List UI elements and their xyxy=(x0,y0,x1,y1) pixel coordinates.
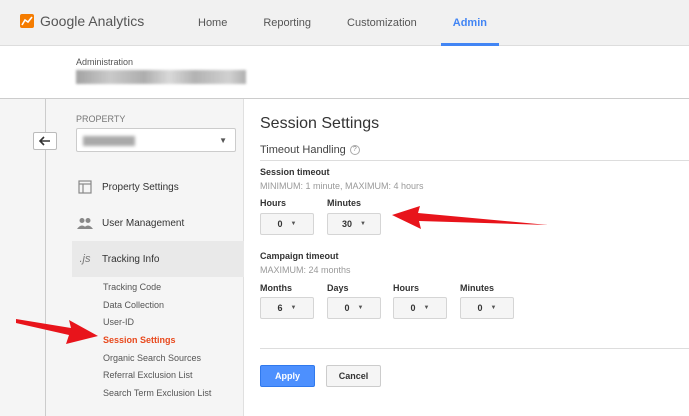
campaign-months-label: Months xyxy=(260,283,292,293)
submenu-referral-exclusion-list[interactable]: Referral Exclusion List xyxy=(103,367,211,385)
menu-label: Property Settings xyxy=(102,181,179,193)
campaign-months-dropdown[interactable]: 6 ▼ xyxy=(260,297,314,319)
dropdown-value: 0 xyxy=(477,303,483,313)
session-minutes-dropdown[interactable]: 30 ▼ xyxy=(327,213,381,235)
menu-tracking-info[interactable]: .js Tracking Info xyxy=(72,241,244,277)
property-label: PROPERTY xyxy=(76,114,126,124)
annotation-arrow-minutes xyxy=(392,206,548,229)
menu-label: Tracking Info xyxy=(102,253,160,265)
campaign-minutes-label: Minutes xyxy=(460,283,495,293)
nav-customization[interactable]: Customization xyxy=(335,0,429,46)
campaign-days-dropdown[interactable]: 0 ▼ xyxy=(327,297,381,319)
submenu-session-settings[interactable]: Session Settings xyxy=(103,332,211,350)
property-settings-icon xyxy=(76,178,94,196)
property-name-redacted xyxy=(83,136,135,146)
google-analytics-logo[interactable]: Google Analytics xyxy=(20,13,144,29)
cancel-button[interactable]: Cancel xyxy=(326,365,381,387)
administration-label: Administration xyxy=(76,57,134,67)
admin-bar: Administration xyxy=(0,46,689,99)
chevron-down-icon: ▼ xyxy=(290,305,297,311)
campaign-timeout-label: Campaign timeout xyxy=(260,251,339,261)
analytics-logo-icon xyxy=(20,14,34,28)
left-panel: PROPERTY ▼ Property Settings User Manage… xyxy=(0,99,244,416)
menu-property-settings[interactable]: Property Settings xyxy=(72,169,244,205)
dropdown-value: 0 xyxy=(344,303,350,313)
chevron-down-icon: ▼ xyxy=(357,305,364,311)
session-hours-label: Hours xyxy=(260,198,287,208)
dropdown-value: 6 xyxy=(277,303,283,313)
tracking-info-submenu: Tracking Code Data Collection User-ID Se… xyxy=(103,279,211,403)
submenu-data-collection[interactable]: Data Collection xyxy=(103,297,211,315)
users-icon xyxy=(76,214,94,232)
section-title: Timeout Handling ? xyxy=(260,144,360,156)
logo-text: Google Analytics xyxy=(40,13,145,29)
chevron-down-icon: ▼ xyxy=(219,136,227,145)
chevron-down-icon: ▼ xyxy=(360,221,366,227)
menu-label: User Management xyxy=(102,217,185,229)
account-name-redacted[interactable] xyxy=(76,70,246,84)
chevron-down-icon: ▼ xyxy=(423,305,430,311)
submenu-organic-search-sources[interactable]: Organic Search Sources xyxy=(103,350,211,368)
nav-reporting[interactable]: Reporting xyxy=(251,0,323,46)
apply-button[interactable]: Apply xyxy=(260,365,315,387)
property-select[interactable]: ▼ xyxy=(76,128,236,152)
page-title: Session Settings xyxy=(260,115,380,132)
back-arrow-icon xyxy=(39,136,50,146)
dropdown-value: 0 xyxy=(277,219,283,229)
campaign-minutes-dropdown[interactable]: 0 ▼ xyxy=(460,297,514,319)
nav-admin[interactable]: Admin xyxy=(440,0,499,46)
session-hours-dropdown[interactable]: 0 ▼ xyxy=(260,213,314,235)
question-icon[interactable]: ? xyxy=(349,145,360,155)
section-title-text: Timeout Handling xyxy=(260,144,346,156)
session-minutes-label: Minutes xyxy=(327,198,362,208)
top-bar: Google Analytics Home Reporting Customiz… xyxy=(0,0,689,46)
campaign-days-label: Days xyxy=(327,283,349,293)
chevron-down-icon: ▼ xyxy=(490,305,497,311)
submenu-tracking-code[interactable]: Tracking Code xyxy=(103,279,211,297)
campaign-hours-dropdown[interactable]: 0 ▼ xyxy=(393,297,447,319)
section-divider xyxy=(260,160,689,161)
nav-home[interactable]: Home xyxy=(186,0,239,46)
campaign-hours-label: Hours xyxy=(393,283,420,293)
dropdown-value: 30 xyxy=(342,219,353,229)
session-timeout-label: Session timeout xyxy=(260,167,330,177)
campaign-timeout-hint: MAXIMUM: 24 months xyxy=(260,265,351,275)
actions-divider xyxy=(260,348,689,349)
submenu-search-term-exclusion-list[interactable]: Search Term Exclusion List xyxy=(103,385,211,403)
js-icon: .js xyxy=(79,253,91,265)
submenu-user-id[interactable]: User-ID xyxy=(103,314,211,332)
back-button[interactable] xyxy=(33,132,57,150)
session-timeout-hint: MINIMUM: 1 minute, MAXIMUM: 4 hours xyxy=(260,181,424,191)
chevron-down-icon: ▼ xyxy=(290,221,297,227)
menu-user-management[interactable]: User Management xyxy=(72,205,244,241)
dropdown-value: 0 xyxy=(410,303,416,313)
main-nav: Home Reporting Customization Admin xyxy=(186,0,511,46)
